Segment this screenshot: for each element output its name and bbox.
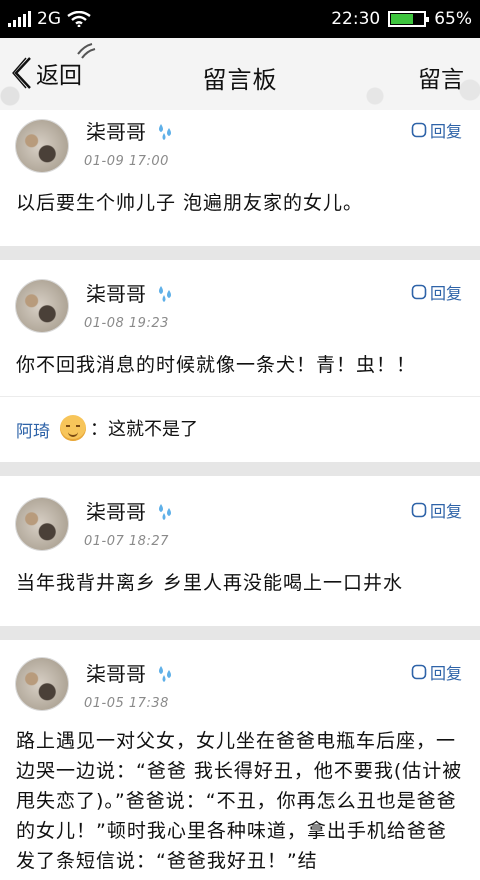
signal-icon (8, 11, 31, 27)
carrier-label: 2G (37, 9, 61, 29)
reply-label: 回复 (429, 122, 462, 141)
avatar[interactable] (16, 280, 68, 332)
sweat-drops-icon (159, 503, 171, 520)
avatar[interactable] (16, 120, 68, 172)
message-content: 以后要生个帅儿子 泡遍朋友家的女儿。 (16, 192, 364, 214)
author-name: 柒哥哥 (86, 662, 146, 686)
message-card: 柒哥哥 01-08 19:23 回复 你不回我消息的时候就像一条犬！青！虫！！ … (0, 260, 480, 462)
page-title: 留言板 (202, 66, 278, 94)
header-bar: 返回 留言板 留言 (0, 38, 480, 110)
reply-icon (411, 664, 427, 680)
message-content: 当年我背井离乡 乡里人再没能喝上一口井水 (16, 572, 404, 594)
message-card: 柒哥哥 01-09 17:00 回复 以后要生个帅儿子 泡遍朋友家的女儿。 (0, 110, 480, 246)
smile-emoji-icon (60, 415, 86, 441)
avatar[interactable] (16, 498, 68, 550)
author-name: 柒哥哥 (86, 282, 146, 306)
sweat-drops-icon (159, 665, 171, 682)
post-time: 01-08 19:23 (84, 316, 169, 331)
sweat-drops-icon (159, 123, 171, 140)
post-time: 01-07 18:27 (84, 534, 169, 549)
battery-icon (388, 11, 430, 27)
message-list: 柒哥哥 01-09 17:00 回复 以后要生个帅儿子 泡遍朋友家的女儿。 柒哥… (0, 110, 480, 880)
reply-button[interactable]: 回复 (411, 118, 462, 142)
reply-button[interactable]: 回复 (411, 498, 462, 522)
divider (0, 462, 480, 476)
reply-button[interactable]: 回复 (411, 280, 462, 304)
post-time: 01-05 17:38 (84, 696, 169, 711)
message-content: 你不回我消息的时候就像一条犬！青！虫！！ (16, 354, 417, 376)
author-name: 柒哥哥 (86, 120, 146, 144)
message-card: 柒哥哥 01-05 17:38 回复 路上遇见一对父女，女儿坐在爸爸电瓶车后座，… (0, 640, 480, 880)
reply-label: 回复 (429, 284, 462, 303)
sub-reply-author[interactable]: 阿琦 (16, 417, 50, 442)
message-card: 柒哥哥 01-07 18:27 回复 当年我背井离乡 乡里人再没能喝上一口井水 (0, 476, 480, 626)
avatar[interactable] (16, 658, 68, 710)
divider (0, 626, 480, 640)
reply-icon (411, 284, 427, 300)
reply-icon (411, 122, 427, 138)
status-bar: 2G 22:30 65% (0, 0, 480, 38)
divider (0, 246, 480, 260)
reply-label: 回复 (429, 502, 462, 521)
sub-reply-text: ：这就不是了 (90, 419, 198, 440)
reply-icon (411, 502, 427, 518)
battery-percent: 65% (434, 9, 472, 29)
post-time: 01-09 17:00 (84, 154, 169, 169)
leave-message-button[interactable]: 留言 (418, 60, 464, 94)
clock: 22:30 (331, 9, 381, 29)
sweat-drops-icon (159, 285, 171, 302)
sub-reply: 阿琦 ：这就不是了 (0, 396, 480, 463)
reply-button[interactable]: 回复 (411, 660, 462, 684)
wifi-icon (67, 11, 91, 27)
author-name: 柒哥哥 (86, 500, 146, 524)
reply-label: 回复 (429, 664, 462, 683)
